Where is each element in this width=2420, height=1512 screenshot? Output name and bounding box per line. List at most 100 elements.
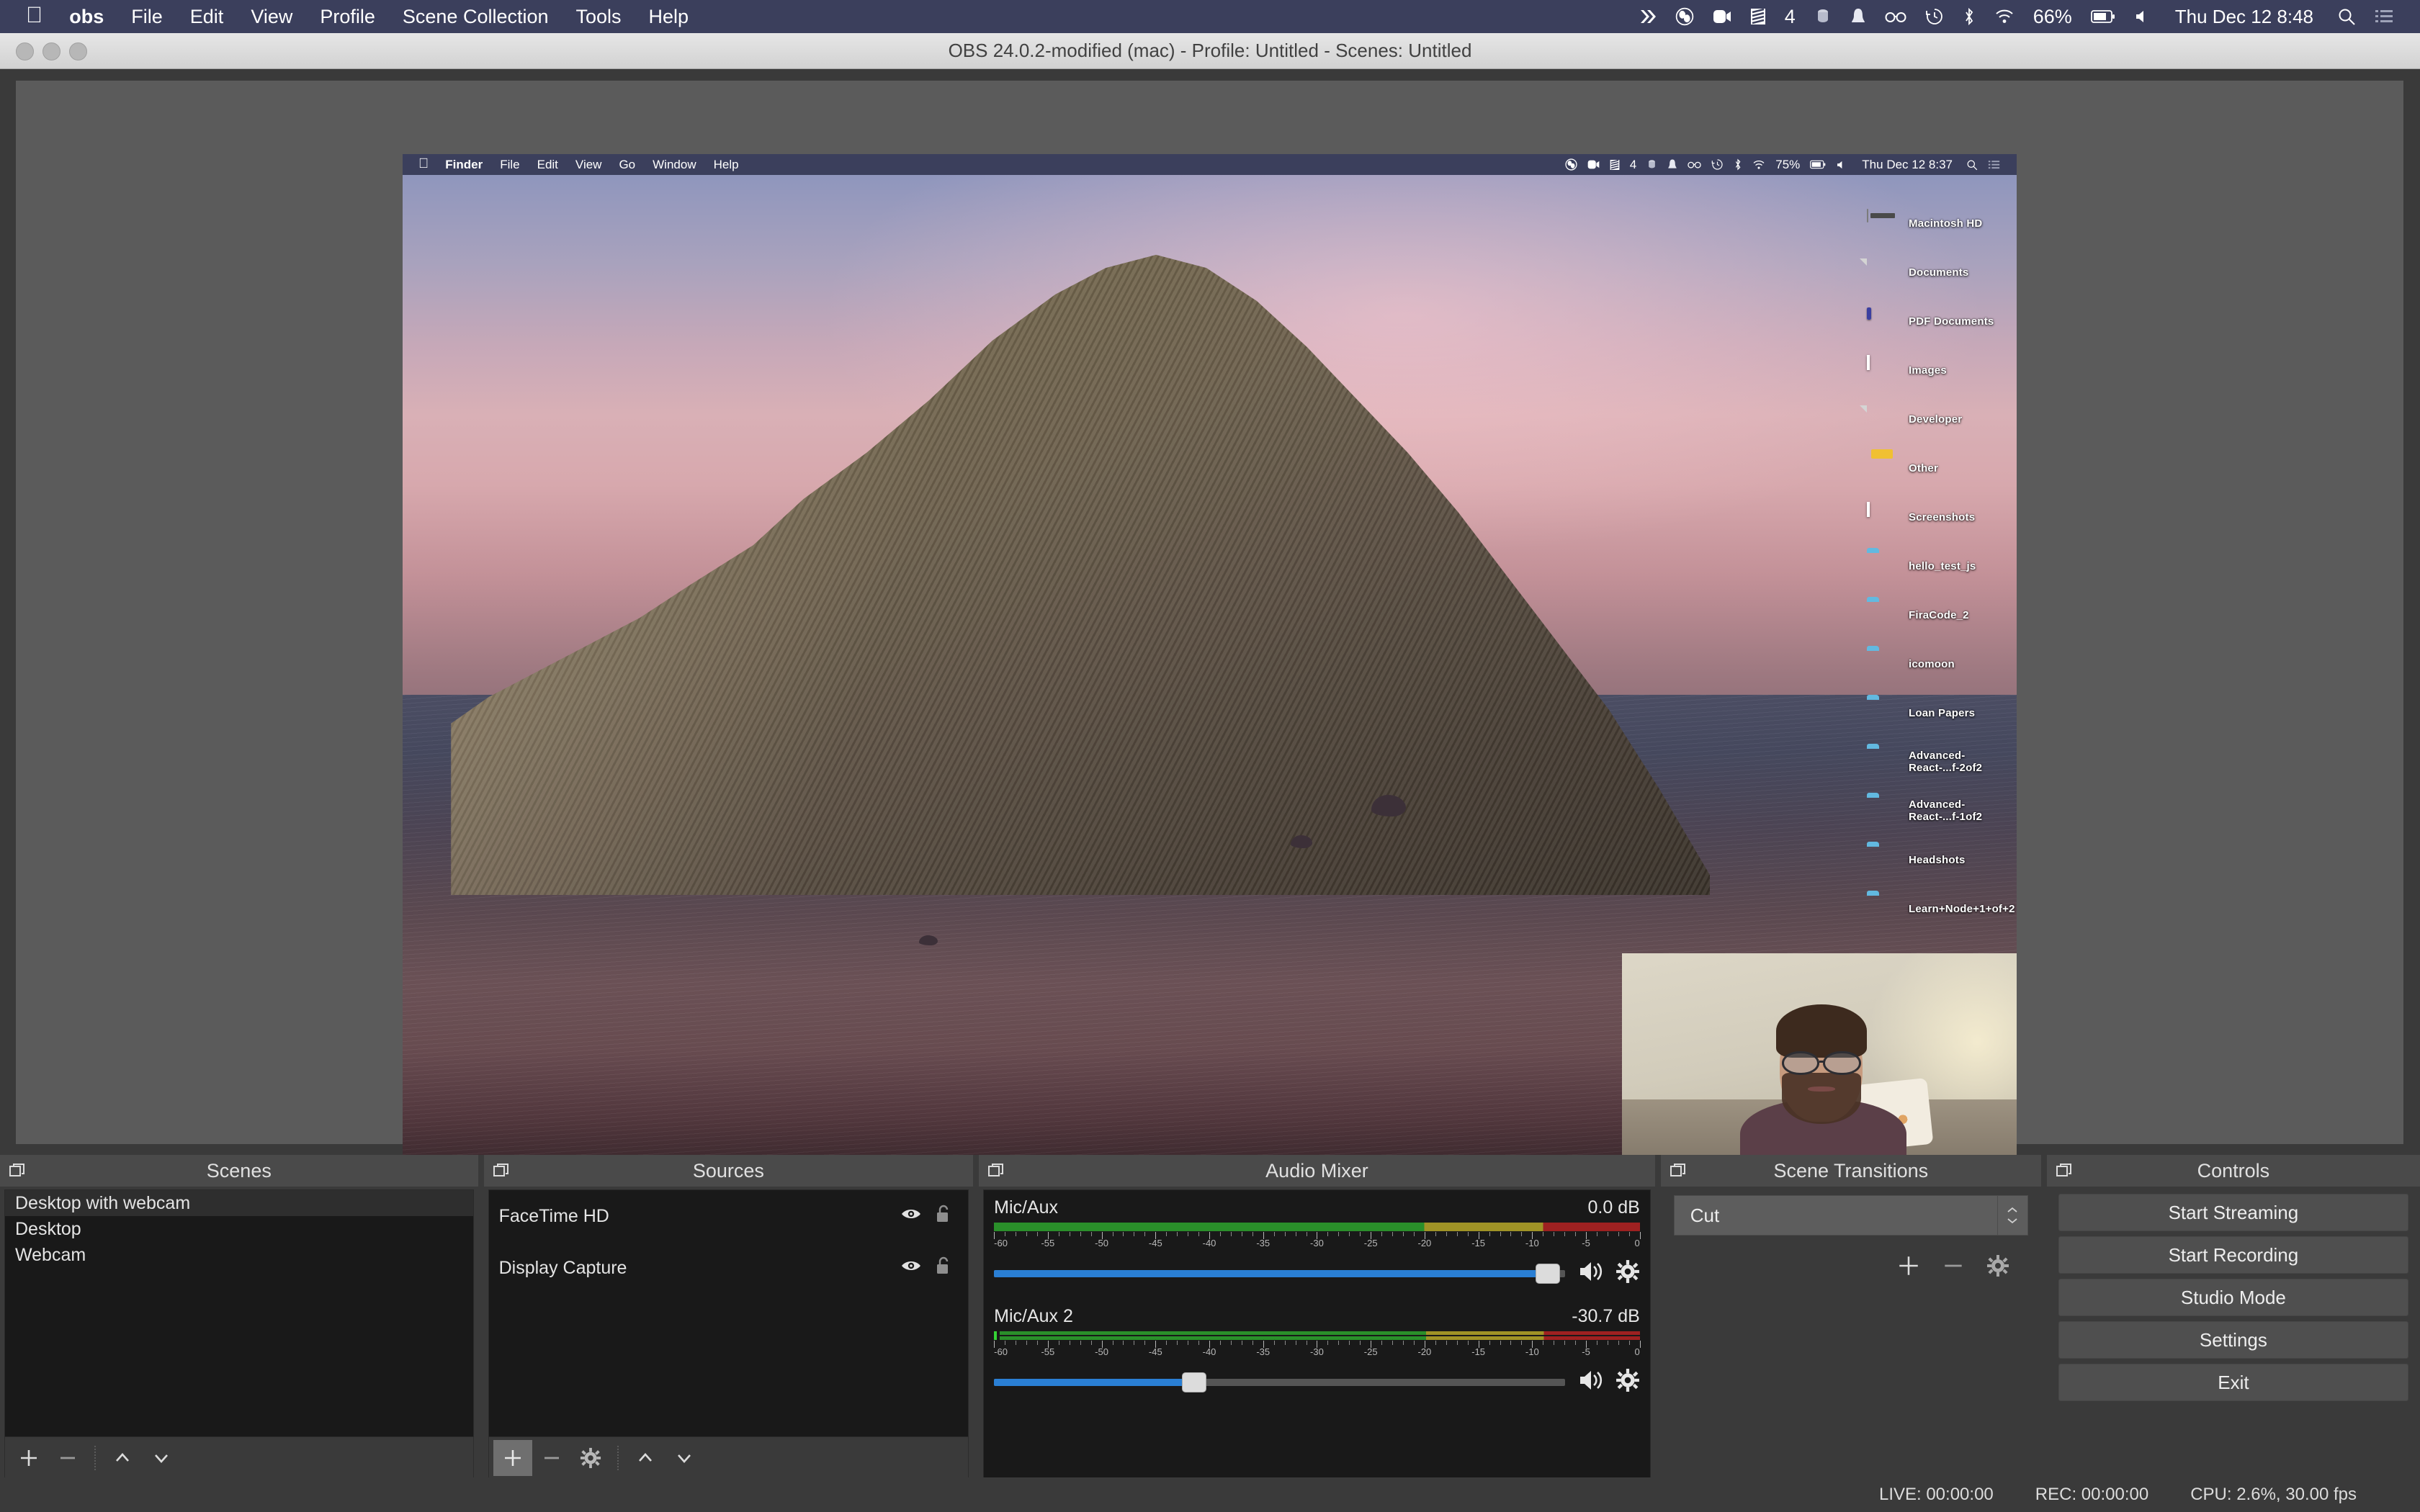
bluetooth-icon[interactable]: [1953, 7, 1985, 26]
panel-divider[interactable]: [2040, 1155, 2047, 1479]
desktop-icon-developer[interactable]: Developer: [1864, 395, 2015, 444]
eye-visible-icon[interactable]: [900, 1206, 922, 1227]
studio-mode-button[interactable]: Studio Mode: [2058, 1279, 2408, 1316]
move-source-up-button[interactable]: [626, 1440, 665, 1476]
remove-source-button[interactable]: [532, 1440, 571, 1476]
scenes-panel-header: Scenes: [0, 1155, 478, 1187]
sources-list[interactable]: FaceTime HD Display Capture: [488, 1189, 969, 1437]
scene-item-webcam[interactable]: Webcam: [5, 1242, 473, 1268]
menu-tools[interactable]: Tools: [563, 0, 635, 33]
move-scene-down-button[interactable]: [142, 1440, 181, 1476]
desktop-icon-macintosh-hd[interactable]: Macintosh HD: [1864, 199, 2015, 248]
battery-icon[interactable]: [2081, 9, 2125, 24]
float-panel-icon[interactable]: [7, 1161, 27, 1181]
desktop-icon-headshots[interactable]: Headshots: [1864, 836, 2015, 885]
exit-button[interactable]: Exit: [2058, 1364, 2408, 1401]
add-transition-button[interactable]: [1888, 1248, 1929, 1283]
menu-obs[interactable]: obs: [55, 0, 117, 33]
transitions-content: Cut: [1665, 1189, 2037, 1479]
start-streaming-button[interactable]: Start Streaming: [2058, 1194, 2408, 1231]
desktop-icon-advanced-react-2of2[interactable]: Advanced-React-...f-2of2: [1864, 738, 2015, 787]
add-source-button[interactable]: [493, 1439, 532, 1476]
source-item-facetime-hd[interactable]: FaceTime HD: [489, 1190, 969, 1242]
search-icon[interactable]: [2328, 7, 2365, 26]
window-resize-grip[interactable]: [2397, 1492, 2413, 1508]
transition-stepper[interactable]: [1997, 1195, 2028, 1236]
lock-open-icon[interactable]: [935, 1205, 951, 1228]
volume-slider[interactable]: [994, 1263, 1565, 1284]
remove-transition-button[interactable]: [1933, 1248, 1973, 1283]
timemachine-icon[interactable]: [1916, 7, 1953, 26]
gear-icon[interactable]: [1615, 1259, 1640, 1287]
float-panel-icon[interactable]: [2054, 1161, 2074, 1181]
float-panel-icon[interactable]: [986, 1161, 1006, 1181]
desktop-icon-other[interactable]: Other: [1864, 444, 2015, 493]
desktop-icon-hello-test-js[interactable]: hello_test_js: [1864, 542, 2015, 591]
volume-slider-knob[interactable]: [1181, 1372, 1206, 1392]
panel-divider[interactable]: [1654, 1155, 1661, 1479]
desktop-icon-screenshots[interactable]: Screenshots: [1864, 493, 2015, 542]
bell-icon[interactable]: [1841, 7, 1876, 26]
webcam-person-mouth: [1807, 1086, 1835, 1092]
transition-select[interactable]: Cut: [1673, 1195, 1998, 1236]
desktop-icon-advanced-react-1of2[interactable]: Advanced-React-...f-1of2: [1864, 787, 2015, 836]
menu-edit[interactable]: Edit: [176, 0, 238, 33]
chevrons-right-icon[interactable]: [1628, 8, 1666, 25]
captured-macos-menu-bar:  Finder File Edit View Go Window Help: [403, 154, 2017, 175]
desktop-icon-learn-node[interactable]: Learn+Node+1+of+2: [1864, 885, 2015, 934]
source-properties-gear-icon[interactable]: [571, 1440, 610, 1476]
panel-divider[interactable]: [478, 1155, 484, 1479]
float-panel-icon[interactable]: [1668, 1161, 1688, 1181]
minimize-button[interactable]: [42, 42, 60, 60]
webcam-overlay-source[interactable]: [1622, 953, 2017, 1175]
captured-screen:  Finder File Edit View Go Window Help: [403, 154, 2017, 1175]
settings-button[interactable]: Settings: [2058, 1321, 2408, 1359]
volume-slider-knob[interactable]: [1536, 1263, 1560, 1284]
menu-profile[interactable]: Profile: [306, 0, 389, 33]
preview-canvas[interactable]:  Finder File Edit View Go Window Help: [16, 81, 2403, 1175]
control-center-list-icon[interactable]: [2365, 9, 2403, 24]
dropbox-icon[interactable]: [1805, 7, 1841, 26]
menu-help[interactable]: Help: [635, 0, 703, 33]
obs-icon[interactable]: [1666, 7, 1703, 26]
lock-open-icon[interactable]: [935, 1256, 951, 1280]
start-recording-button[interactable]: Start Recording: [2058, 1236, 2408, 1274]
shiftit-icon[interactable]: [1741, 8, 1775, 25]
preview-area[interactable]:  Finder File Edit View Go Window Help: [0, 70, 2420, 1175]
float-panel-icon[interactable]: [491, 1161, 511, 1181]
desktop-icon-pdf-documents[interactable]: PDF Documents: [1864, 297, 2015, 346]
desktop-icon-loan-papers[interactable]: Loan Papers: [1864, 689, 2015, 738]
desktop-icon-icomoon[interactable]: icomoon: [1864, 640, 2015, 689]
speaker-on-icon[interactable]: [1578, 1260, 1605, 1287]
scenes-list[interactable]: Desktop with webcam Desktop Webcam: [4, 1189, 474, 1437]
wifi-icon[interactable]: [1985, 9, 2024, 24]
panel-divider[interactable]: [973, 1155, 980, 1479]
obs-title-bar[interactable]: OBS 24.0.2-modified (mac) - Profile: Unt…: [0, 33, 2420, 69]
speaker-on-icon[interactable]: [1578, 1369, 1605, 1395]
gear-icon[interactable]: [1615, 1368, 1640, 1396]
glasses-icon[interactable]: [1876, 9, 1916, 24]
move-source-down-button[interactable]: [665, 1440, 704, 1476]
add-scene-button[interactable]: [9, 1440, 48, 1476]
close-button[interactable]: [16, 42, 34, 60]
transition-properties-gear-icon[interactable]: [1978, 1248, 2018, 1283]
menu-scene-collection[interactable]: Scene Collection: [389, 0, 563, 33]
source-item-display-capture[interactable]: Display Capture: [489, 1242, 969, 1294]
volume-icon[interactable]: [2125, 9, 2158, 24]
scene-item-desktop[interactable]: Desktop: [5, 1216, 473, 1242]
apple-logo-icon[interactable]: : [22, 0, 55, 35]
eye-visible-icon[interactable]: [900, 1258, 922, 1279]
desktop-icon-firacode-2[interactable]: FiraCode_2: [1864, 591, 2015, 640]
menu-bar-clock[interactable]: Thu Dec 12 8:48: [2158, 6, 2328, 28]
menu-file[interactable]: File: [117, 0, 176, 33]
menu-view[interactable]: View: [237, 0, 306, 33]
camera-icon[interactable]: [1703, 9, 1741, 24]
zoom-button[interactable]: [69, 42, 87, 60]
obs-window: OBS 24.0.2-modified (mac) - Profile: Unt…: [0, 33, 2420, 1512]
remove-scene-button[interactable]: [48, 1440, 87, 1476]
desktop-icon-documents[interactable]: Documents: [1864, 248, 2015, 297]
scene-item-desktop-with-webcam[interactable]: Desktop with webcam: [5, 1190, 473, 1216]
desktop-icon-images[interactable]: Images: [1864, 346, 2015, 395]
volume-slider[interactable]: [994, 1372, 1565, 1392]
move-scene-up-button[interactable]: [103, 1440, 142, 1476]
